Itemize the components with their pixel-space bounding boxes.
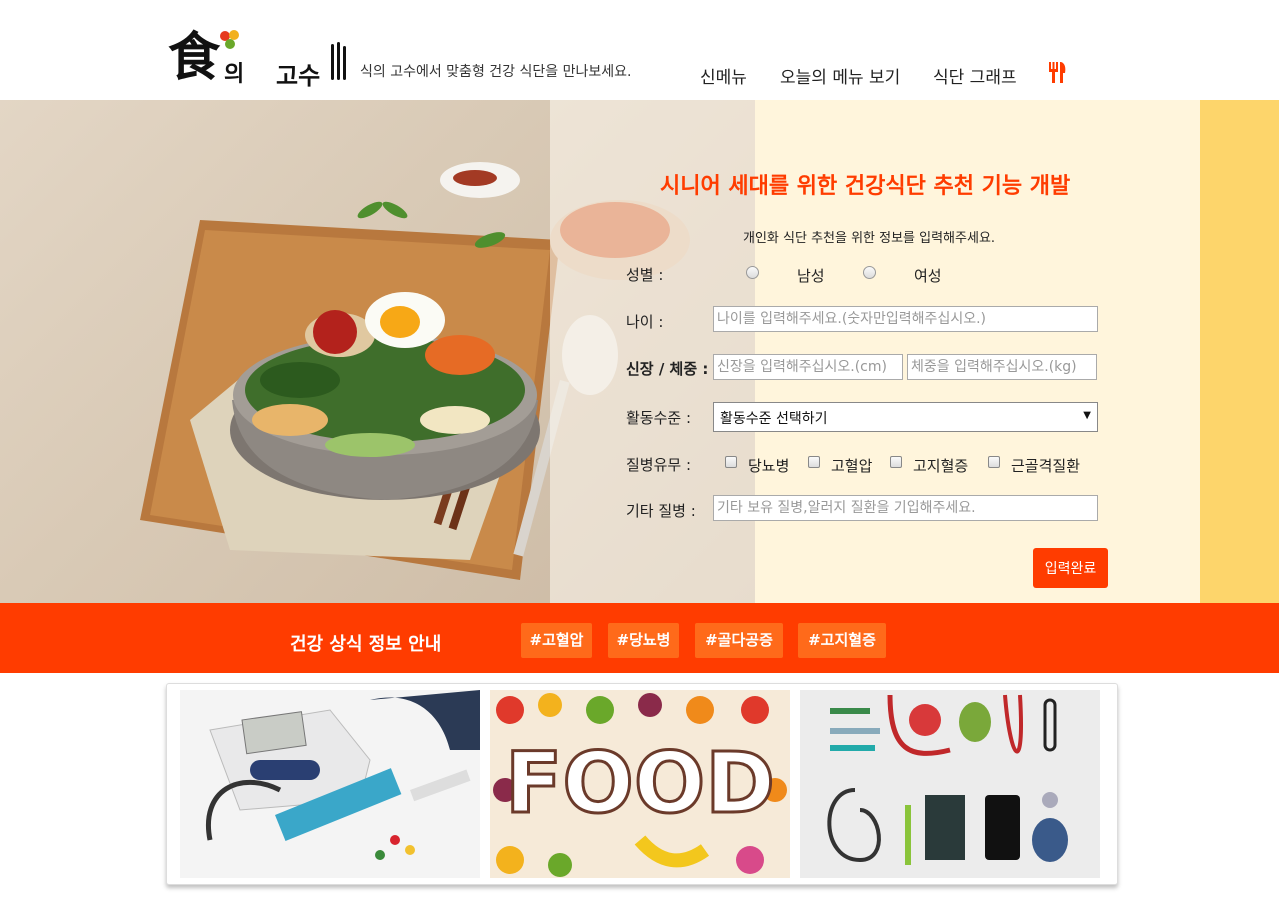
activity-label: 활동수준 : bbox=[626, 409, 692, 427]
fork-knife-icon[interactable] bbox=[1046, 60, 1068, 84]
logo-dots-icon bbox=[220, 30, 239, 49]
header: 食 의 고수 식의 고수에서 맞춤형 건강 식단을 만나보세요. 신메뉴 오늘의… bbox=[0, 0, 1279, 100]
activity-selected-value: 활동수준 선택하기 bbox=[720, 411, 828, 427]
height-weight-label: 신장 / 체중 : bbox=[626, 360, 709, 378]
diabetes-checkbox[interactable] bbox=[725, 456, 737, 468]
age-label: 나이 : bbox=[626, 313, 664, 331]
other-disease-label: 기타 질병 : bbox=[626, 502, 696, 520]
food-word-text: FOOD bbox=[505, 734, 775, 832]
diabetes-label[interactable]: 당뇨병 bbox=[748, 455, 789, 476]
food-word-illustration: FOOD bbox=[490, 690, 790, 878]
nav-todays-menu[interactable]: 오늘의 메뉴 보기 bbox=[780, 63, 900, 88]
hyperlipidemia-label[interactable]: 고지혈증 bbox=[913, 455, 968, 476]
other-disease-input[interactable] bbox=[713, 495, 1098, 521]
hero-section: 시니어 세대를 위한 건강식단 추천 기능 개발 개인화 식단 추천을 위한 정… bbox=[0, 100, 1279, 603]
submit-button[interactable]: 입력완료 bbox=[1033, 548, 1108, 588]
height-input[interactable] bbox=[713, 354, 903, 380]
nav-new-menu[interactable]: 신메뉴 bbox=[700, 63, 747, 88]
site-logo[interactable]: 食 의 고수 bbox=[168, 27, 353, 92]
gender-male-radio[interactable] bbox=[746, 266, 759, 279]
disease-label: 질병유무 : bbox=[626, 456, 692, 474]
form-subtitle: 개인화 식단 추천을 위한 정보를 입력해주세요. bbox=[743, 231, 996, 246]
dropdown-arrow-icon: ▼ bbox=[1083, 410, 1091, 421]
tag-hyperlipidemia[interactable]: #고지혈증 bbox=[798, 623, 886, 658]
health-info-band: 건강 상식 정보 안내 #고혈압 #당뇨병 #골다공증 #고지혈증 bbox=[0, 603, 1279, 673]
blood-pressure-photo[interactable] bbox=[180, 690, 480, 878]
tag-hypertension[interactable]: #고혈압 bbox=[521, 623, 592, 658]
hypertension-label[interactable]: 고혈압 bbox=[831, 455, 872, 476]
blood-pressure-illustration bbox=[180, 690, 480, 878]
musculoskeletal-checkbox[interactable] bbox=[988, 456, 1000, 468]
age-input[interactable] bbox=[713, 306, 1098, 332]
band-title: 건강 상식 정보 안내 bbox=[290, 634, 442, 655]
gender-female-radio[interactable] bbox=[863, 266, 876, 279]
weight-input[interactable] bbox=[907, 354, 1097, 380]
bibimbap-photo bbox=[0, 100, 755, 603]
tagline: 식의 고수에서 맞춤형 건강 식단을 만나보세요. bbox=[360, 64, 632, 80]
medical-tools-photo[interactable] bbox=[800, 690, 1100, 878]
info-gallery: FOOD bbox=[166, 683, 1118, 885]
side-strip bbox=[1200, 100, 1279, 603]
activity-select[interactable]: 활동수준 선택하기 ▼ bbox=[713, 402, 1098, 432]
form-title: 시니어 세대를 위한 건강식단 추천 기능 개발 bbox=[660, 174, 1071, 199]
gender-male-label[interactable]: 남성 bbox=[797, 265, 825, 286]
hypertension-checkbox[interactable] bbox=[808, 456, 820, 468]
tag-osteoporosis[interactable]: #골다공증 bbox=[695, 623, 783, 658]
medical-tools-illustration bbox=[800, 690, 1100, 878]
hyperlipidemia-checkbox[interactable] bbox=[890, 456, 902, 468]
logo-hanja: 食 bbox=[168, 27, 221, 88]
gender-label: 성별 : bbox=[626, 266, 664, 284]
tag-diabetes[interactable]: #당뇨병 bbox=[608, 623, 679, 658]
musculoskeletal-label[interactable]: 근골격질환 bbox=[1011, 455, 1080, 476]
logo-utensils-icon bbox=[331, 42, 346, 80]
nav-diet-graph[interactable]: 식단 그래프 bbox=[933, 63, 1017, 88]
gender-female-label[interactable]: 여성 bbox=[914, 265, 942, 286]
logo-ui: 의 bbox=[224, 62, 245, 87]
logo-gosu: 고수 bbox=[276, 62, 321, 90]
food-word-photo[interactable]: FOOD bbox=[490, 690, 790, 878]
